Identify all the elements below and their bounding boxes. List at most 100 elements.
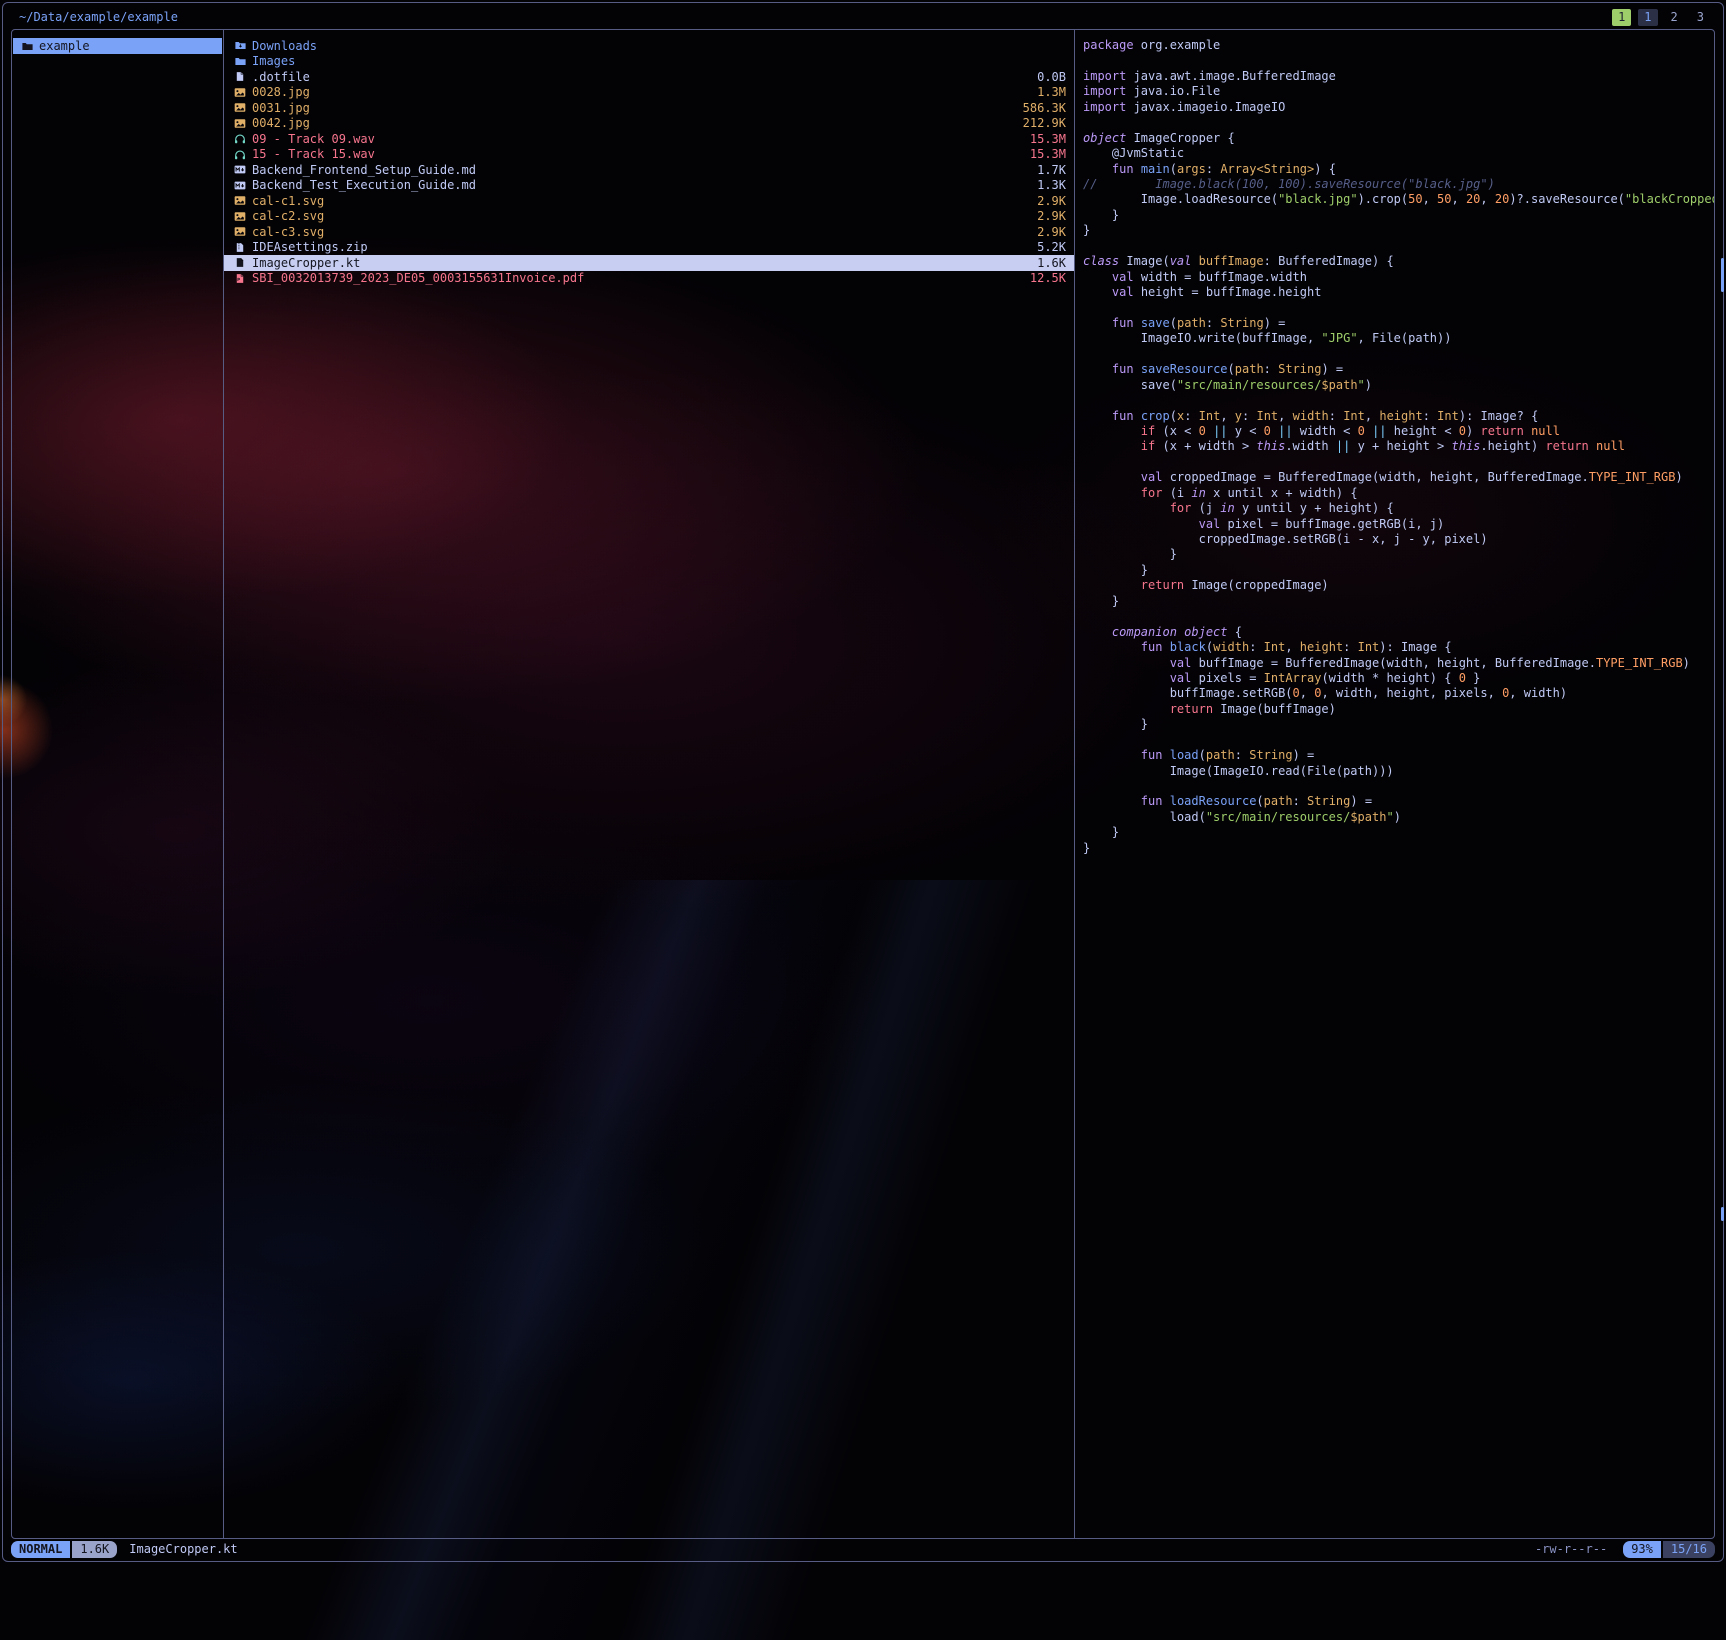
status-right: -rw-r--r-- 93% 15/16 [1535, 1541, 1715, 1558]
file-row[interactable]: 0028.jpg 1.3M [224, 85, 1074, 101]
file-size: 2.9K [1037, 194, 1066, 208]
code-line: Image.loadResource("black.jpg").crop(50,… [1083, 192, 1714, 207]
mode-badge: NORMAL [11, 1541, 70, 1558]
code-line: val pixels = IntArray(width * height) { … [1083, 671, 1714, 686]
file-name: Backend_Test_Execution_Guide.md [252, 178, 476, 192]
top-bar: ~/Data/example/example 1123 [11, 6, 1715, 28]
code-line: return Image(buffImage) [1083, 702, 1714, 717]
file-row[interactable]: IDEAsettings.zip 5.2K [224, 240, 1074, 256]
image-icon [234, 85, 246, 99]
file-row[interactable]: 15 - Track 15.wav15.3M [224, 147, 1074, 163]
pane-container: example DownloadsImages.dotfile0.0B0028.… [11, 29, 1715, 1539]
file-size: 1.3K [1037, 178, 1066, 192]
file-row[interactable]: 0042.jpg 212.9K [224, 116, 1074, 132]
tab-2[interactable]: 1 [1638, 9, 1657, 26]
file-row[interactable]: SBI_0032013739_2023_DE05_0003155631Invoi… [224, 271, 1074, 287]
file-row[interactable]: cal-c2.svg2.9K [224, 209, 1074, 225]
audio-icon [234, 147, 246, 161]
code-line: } [1083, 223, 1714, 238]
code-line: for (j in y until y + height) { [1083, 501, 1714, 516]
image-icon [234, 194, 246, 208]
file-row[interactable]: 0031.jpg 586.3K [224, 100, 1074, 116]
code-line: } [1083, 563, 1714, 578]
parent-dir-item[interactable]: example [13, 38, 222, 54]
code-line [1083, 347, 1714, 362]
file-row[interactable]: Backend_Frontend_Setup_Guide.md 1.7K [224, 162, 1074, 178]
code-line: class Image(val buffImage: BufferedImage… [1083, 254, 1714, 269]
code-line: import java.io.File [1083, 84, 1714, 99]
file-size: 2.9K [1037, 209, 1066, 223]
file-size: 1.7K [1037, 163, 1066, 177]
file-name: Backend_Frontend_Setup_Guide.md [252, 163, 476, 177]
code-line: } [1083, 841, 1714, 856]
image-icon [234, 116, 246, 130]
file-row[interactable]: cal-c1.svg 2.9K [224, 193, 1074, 209]
tab-4[interactable]: 3 [1691, 9, 1710, 26]
folder-icon [21, 39, 33, 53]
code-line: buffImage.setRGB(0, 0, width, height, pi… [1083, 686, 1714, 701]
code-line: import javax.imageio.ImageIO [1083, 100, 1714, 115]
file-row[interactable]: Images [224, 54, 1074, 70]
file-name: Images [252, 54, 295, 68]
preview-scrollbar-thumb[interactable] [1721, 258, 1724, 292]
yazi-window: ~/Data/example/example 1123 example Down… [2, 2, 1724, 1562]
file-row[interactable]: 09 - Track 09.wav15.3M [224, 131, 1074, 147]
cursor-position-badge: 15/16 [1663, 1541, 1715, 1558]
file-name: 0042.jpg [252, 116, 310, 130]
tab-3[interactable]: 2 [1665, 9, 1684, 26]
file-row[interactable]: cal-c3.svg2.9K [224, 224, 1074, 240]
file-name: SBI_0032013739_2023_DE05_0003155631Invoi… [252, 271, 584, 285]
parent-pane-list: example [12, 38, 223, 54]
code-line: val width = buffImage.width [1083, 270, 1714, 285]
file-name: Downloads [252, 39, 317, 53]
code-line: @JvmStatic [1083, 146, 1714, 161]
file-size: 15.3M [1030, 147, 1066, 161]
file-row[interactable]: Downloads [224, 38, 1074, 54]
code-line [1083, 609, 1714, 624]
zip-icon [234, 240, 246, 254]
code-line: val croppedImage = BufferedImage(width, … [1083, 470, 1714, 485]
current-dir-pane: DownloadsImages.dotfile0.0B0028.jpg1.3M0… [224, 30, 1075, 1538]
breadcrumb: ~/Data/example/example [11, 10, 178, 24]
code-line: croppedImage.setRGB(i - x, j - y, pixel) [1083, 532, 1714, 547]
code-line [1083, 115, 1714, 130]
code-line: val height = buffImage.height [1083, 285, 1714, 300]
file-name: 0028.jpg [252, 85, 310, 99]
file-size: 5.2K [1037, 240, 1066, 254]
image-icon [234, 209, 246, 223]
code-line: object ImageCropper { [1083, 131, 1714, 146]
code-line: fun load(path: String) = [1083, 748, 1714, 763]
kotlin-icon [234, 256, 246, 270]
code-line: val pixel = buffImage.getRGB(i, j) [1083, 517, 1714, 532]
file-row[interactable]: Backend_Test_Execution_Guide.md 1.3K [224, 178, 1074, 194]
code-line: Image(ImageIO.read(File(path))) [1083, 764, 1714, 779]
code-line: fun save(path: String) = [1083, 316, 1714, 331]
file-row[interactable]: .dotfile0.0B [224, 69, 1074, 85]
status-bar: NORMAL 1.6K ImageCropper.kt -rw-r--r-- 9… [11, 1539, 1715, 1559]
file-size: 212.9K [1023, 116, 1066, 130]
file-name: 0031.jpg [252, 101, 310, 115]
file-name: IDEAsettings.zip [252, 240, 368, 254]
file-size: 1.3M [1037, 85, 1066, 99]
file-row[interactable]: ImageCropper.kt1.6K [224, 255, 1074, 271]
code-line [1083, 53, 1714, 68]
file-name: cal-c1.svg [252, 194, 324, 208]
code-preview: package org.example import java.awt.imag… [1083, 38, 1714, 856]
file-name: ImageCropper.kt [252, 256, 360, 270]
markdown-icon [234, 163, 246, 177]
file-name: 09 - Track 09.wav [252, 132, 375, 146]
file-size: 586.3K [1023, 101, 1066, 115]
code-line: companion object { [1083, 625, 1714, 640]
code-line: } [1083, 208, 1714, 223]
parent-pane: example [12, 30, 224, 1538]
folder-download-icon [234, 39, 246, 53]
code-line: ImageIO.write(buffImage, "JPG", File(pat… [1083, 331, 1714, 346]
tab-1[interactable]: 1 [1612, 9, 1631, 26]
audio-icon [234, 132, 246, 146]
file-name: cal-c3.svg [252, 225, 324, 239]
desktop-wallpaper: { "topbar": { "path": "~/Data/example/ex… [0, 0, 1726, 1564]
code-line [1083, 733, 1714, 748]
permissions-text: -rw-r--r-- [1535, 1542, 1607, 1556]
code-line: import java.awt.image.BufferedImage [1083, 69, 1714, 84]
code-line: } [1083, 717, 1714, 732]
